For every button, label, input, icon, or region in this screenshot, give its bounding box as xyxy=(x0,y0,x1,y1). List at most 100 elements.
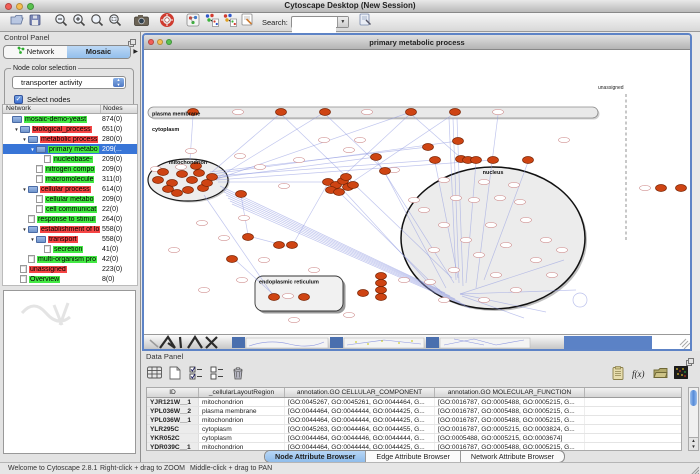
graph-small-node[interactable] xyxy=(495,195,506,200)
zoom-fit-button[interactable] xyxy=(88,14,106,30)
table-column-header[interactable]: annotation.GO MOLECULAR_FUNCTION xyxy=(435,388,585,397)
tree-row[interactable]: secretion41(0) xyxy=(3,244,137,254)
graph-node[interactable] xyxy=(376,273,387,280)
graph-small-node[interactable] xyxy=(557,247,568,252)
table-row[interactable]: YKR052Ccytoplasm[GO:0044464, GO:0044446,… xyxy=(147,434,681,443)
graph-small-node[interactable] xyxy=(197,220,208,225)
graph-node[interactable] xyxy=(376,287,387,294)
scrollbar-arrows[interactable]: ▲▼ xyxy=(689,437,698,450)
graph-small-node[interactable] xyxy=(409,197,420,202)
graph-small-node[interactable] xyxy=(439,177,450,182)
tab-network[interactable]: Network xyxy=(4,46,67,58)
table-column-header[interactable]: annotation.GO CELLULAR_COMPONENT xyxy=(285,388,435,397)
graph-node[interactable] xyxy=(183,187,194,194)
graph-small-node[interactable] xyxy=(531,257,542,262)
graph-node[interactable] xyxy=(243,234,254,241)
graph-small-node[interactable] xyxy=(461,237,472,242)
graph-small-node[interactable] xyxy=(233,109,244,114)
table-row[interactable]: YPL036W__2plasma membrane[GO:0044464, GO… xyxy=(147,407,681,416)
graph-small-node[interactable] xyxy=(399,277,410,282)
select-nodes-checkbox[interactable]: ✓ xyxy=(14,95,23,104)
graph-node[interactable] xyxy=(376,280,387,287)
tab-mosaic[interactable]: Mosaic xyxy=(67,46,130,58)
tree-column-nodes[interactable]: Nodes xyxy=(101,105,137,113)
layout-a-button[interactable] xyxy=(202,14,220,30)
graph-small-node[interactable] xyxy=(355,137,366,142)
zoom-selected-button[interactable] xyxy=(106,14,124,30)
float-panel-icon[interactable] xyxy=(128,34,136,42)
graph-small-node[interactable] xyxy=(186,148,197,153)
graph-small-node[interactable] xyxy=(319,137,330,142)
graph-node[interactable] xyxy=(488,157,499,164)
table-row[interactable]: YPL036W__1mitochondrion[GO:0044464, GO:0… xyxy=(147,416,681,425)
graph-small-node[interactable] xyxy=(289,317,300,322)
table-column-header[interactable]: _cellularLayoutRegion xyxy=(199,388,285,397)
graph-small-node[interactable] xyxy=(449,267,460,272)
tab-edge-attribute-browser[interactable]: Edge Attribute Browser xyxy=(366,451,461,462)
graph-small-node[interactable] xyxy=(559,137,570,142)
graph-small-node[interactable] xyxy=(237,277,248,282)
table-column-header[interactable]: ID xyxy=(147,388,199,397)
node-color-dropdown[interactable]: transporter activity ▲▼ xyxy=(12,76,126,89)
graph-small-node[interactable] xyxy=(469,197,480,202)
graph-small-node[interactable] xyxy=(479,179,490,184)
graph-node[interactable] xyxy=(153,177,164,184)
tab-network-attribute-browser[interactable]: Network Attribute Browser xyxy=(461,451,564,462)
search-dropdown-arrow[interactable]: ▼ xyxy=(337,17,348,27)
graph-small-node[interactable] xyxy=(451,195,462,200)
graph-small-node[interactable] xyxy=(493,109,504,114)
search-input[interactable] xyxy=(292,24,336,34)
tab-node-attribute-browser[interactable]: Node Attribute Browser xyxy=(265,451,366,462)
graph-node[interactable] xyxy=(430,157,441,164)
tree-row[interactable]: unassigned223(0) xyxy=(3,264,137,274)
view-minimize-button[interactable] xyxy=(157,39,163,45)
graph-node[interactable] xyxy=(276,109,287,116)
tree-row[interactable]: cellular metabo209(0) xyxy=(3,194,137,204)
graph-small-node[interactable] xyxy=(521,217,532,222)
new-attribute-button[interactable] xyxy=(166,367,184,383)
graph-node[interactable] xyxy=(423,144,434,151)
graph-small-node[interactable] xyxy=(474,252,485,257)
graph-node[interactable] xyxy=(187,177,198,184)
graph-node[interactable] xyxy=(406,109,417,116)
help-button[interactable] xyxy=(158,14,176,30)
graph-small-node[interactable] xyxy=(541,237,552,242)
zoom-in-button[interactable] xyxy=(70,14,88,30)
import-file-button[interactable] xyxy=(651,367,669,383)
tree-row[interactable]: mosaic-demo-yeast874(0) xyxy=(3,114,137,124)
table-row[interactable]: YLR295Ccytoplasm[GO:0045263, GO:0044464,… xyxy=(147,425,681,434)
import-attributes-button[interactable] xyxy=(609,367,627,383)
graph-node[interactable] xyxy=(450,109,461,116)
graph-small-node[interactable] xyxy=(439,297,450,302)
graph-small-node[interactable] xyxy=(486,222,497,227)
graph-small-node[interactable] xyxy=(279,183,290,188)
graph-small-node[interactable] xyxy=(362,109,373,114)
tree-row[interactable]: ▼biological_process651(0) xyxy=(3,124,137,134)
graph-small-node[interactable] xyxy=(294,157,305,162)
tree-row[interactable]: Overview8(0) xyxy=(3,274,137,284)
graph-small-node[interactable] xyxy=(429,247,440,252)
tree-row[interactable]: cell communicat22(0) xyxy=(3,204,137,214)
resize-grip[interactable] xyxy=(689,465,699,474)
graph-node[interactable] xyxy=(380,168,391,175)
tree-row[interactable]: macromolecule311(0) xyxy=(3,174,137,184)
graph-small-node[interactable] xyxy=(219,235,230,240)
graph-node[interactable] xyxy=(287,242,298,249)
graph-small-node[interactable] xyxy=(419,207,430,212)
select-attributes-button[interactable] xyxy=(187,367,205,383)
annotation-button[interactable] xyxy=(238,14,256,30)
graph-small-node[interactable] xyxy=(235,153,246,158)
network-canvas[interactable]: plasma membrane cytoplasm mitochondrion … xyxy=(144,50,690,334)
graph-small-node[interactable] xyxy=(501,242,512,247)
graph-node[interactable] xyxy=(348,182,359,189)
zoom-button[interactable] xyxy=(27,3,34,10)
graph-node[interactable] xyxy=(194,170,205,177)
scrollbar-thumb[interactable] xyxy=(690,390,697,406)
tree-row[interactable]: multi-organism pro42(0) xyxy=(3,254,137,264)
graph-small-node[interactable] xyxy=(344,312,355,317)
graph-node[interactable] xyxy=(676,185,687,192)
formula-builder-button[interactable]: f(x) xyxy=(630,367,648,383)
table-scrollbar[interactable]: ▲▼ xyxy=(688,387,699,451)
graph-node[interactable] xyxy=(523,157,534,164)
graph-small-node[interactable] xyxy=(547,272,558,277)
